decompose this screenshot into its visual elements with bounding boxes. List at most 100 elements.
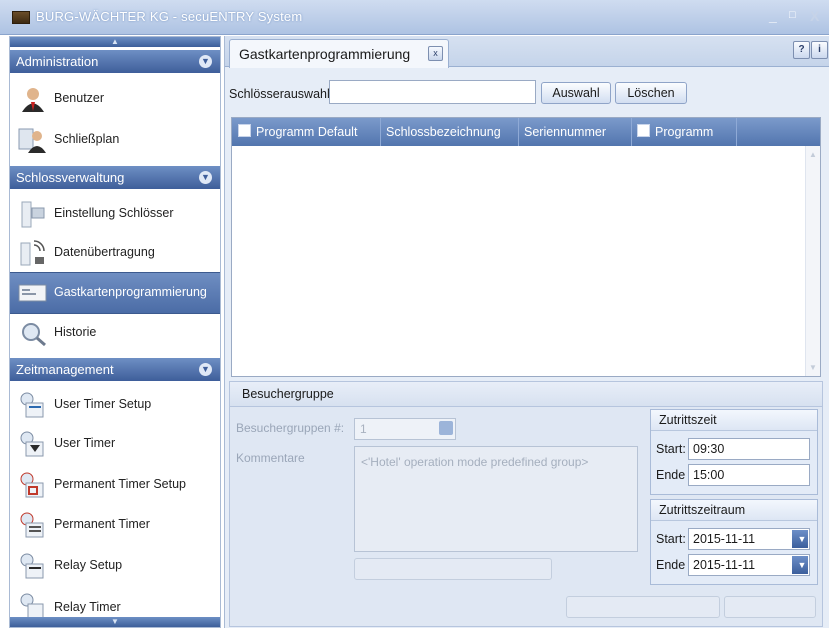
- start-time-label: Start:: [656, 442, 686, 456]
- sidebar-item-relay-setup[interactable]: Relay Setup: [10, 546, 220, 586]
- start-time-input[interactable]: 09:30: [688, 438, 810, 460]
- column-seriennummer[interactable]: Seriennummer: [519, 118, 632, 146]
- column-label: Schlossbezeichnung: [386, 125, 501, 139]
- column-programm-default[interactable]: Programm Default: [232, 118, 381, 146]
- start-date-picker[interactable]: 2015-11-11 ▼: [688, 528, 810, 550]
- sidebar-item-label: Permanent Timer Setup: [54, 477, 187, 491]
- main-content: Gastkartenprogrammierung x ? i Schlösser…: [224, 36, 829, 628]
- section-label: Administration: [16, 54, 99, 69]
- sidebar-item-label: Historie: [54, 325, 97, 339]
- tab-label: Gastkartenprogrammierung: [239, 46, 411, 62]
- disabled-program-button[interactable]: [566, 596, 720, 618]
- access-period-title: Zutrittszeitraum: [651, 500, 817, 521]
- sidebar-scroll-up[interactable]: ▲: [10, 37, 220, 47]
- sidebar-item-einstellung-schloesser[interactable]: Einstellung Schlösser: [10, 194, 220, 234]
- data-transfer-icon: [20, 240, 45, 266]
- sidebar: ▲ Administration ▼ Benutzer Schließplan …: [9, 36, 221, 628]
- dropdown-arrow-icon[interactable]: [439, 421, 453, 435]
- sidebar-item-relay-timer[interactable]: Relay Timer: [10, 586, 220, 619]
- close-tab-icon[interactable]: x: [428, 46, 443, 61]
- minimize-button[interactable]: _: [769, 8, 777, 24]
- column-label: Programm Default: [256, 125, 358, 139]
- group-number-select[interactable]: 1: [354, 418, 456, 440]
- window-title: BURG-WÄCHTER KG - secuENTRY System: [36, 9, 303, 24]
- permanent-timer-setup-icon: [20, 472, 44, 498]
- section-administration[interactable]: Administration ▼: [10, 50, 220, 73]
- section-label: Zeitmanagement: [16, 362, 114, 377]
- sidebar-item-label: Einstellung Schlösser: [54, 206, 174, 220]
- chevron-down-icon[interactable]: ▼: [199, 363, 212, 376]
- help-button[interactable]: ?: [793, 41, 810, 59]
- column-label: Programm: [655, 125, 714, 139]
- chevron-down-icon[interactable]: ▼: [199, 171, 212, 184]
- sidebar-item-permanent-timer[interactable]: Permanent Timer: [10, 505, 220, 545]
- column-schlossbezeichnung[interactable]: Schlossbezeichnung: [381, 118, 519, 146]
- lock-selection-label: Schlösserauswahl: [229, 87, 330, 101]
- sidebar-item-label: Relay Setup: [54, 558, 123, 572]
- section-zeitmanagement[interactable]: Zeitmanagement ▼: [10, 358, 220, 381]
- sidebar-item-user-timer-setup[interactable]: User Timer Setup: [10, 385, 220, 425]
- sidebar-item-schliessplan[interactable]: Schließplan: [10, 120, 220, 160]
- start-date-label: Start:: [656, 532, 686, 546]
- access-time-title: Zutrittszeit: [651, 410, 817, 431]
- section-schlossverwaltung[interactable]: Schlossverwaltung ▼: [10, 166, 220, 189]
- scroll-up-arrow-icon[interactable]: ▲: [806, 150, 820, 159]
- sidebar-item-label: User Timer Setup: [54, 397, 152, 411]
- sidebar-item-label: Schließplan: [54, 132, 120, 146]
- sidebar-item-label: Relay Timer: [54, 600, 121, 614]
- relay-setup-icon: [20, 553, 44, 579]
- comment-value: <'Hotel' operation mode predefined group…: [361, 455, 589, 469]
- sidebar-scroll-down[interactable]: ▼: [10, 617, 220, 627]
- group-number-label: Besuchergruppen #:: [236, 421, 345, 435]
- checkbox-programm[interactable]: [637, 124, 650, 137]
- delete-button[interactable]: Löschen: [615, 82, 687, 104]
- table-scrollbar[interactable]: ▲ ▼: [805, 146, 820, 376]
- disabled-confirm-button[interactable]: [724, 596, 816, 618]
- sidebar-item-historie[interactable]: Historie: [10, 313, 220, 353]
- disabled-action-button[interactable]: [354, 558, 552, 580]
- end-date-value: 2015-11-11: [693, 558, 756, 572]
- permanent-timer-icon: [20, 512, 44, 538]
- sidebar-item-label: Gastkartenprogrammierung: [54, 285, 207, 299]
- start-date-value: 2015-11-11: [693, 532, 756, 546]
- lock-selection-input[interactable]: [329, 80, 536, 104]
- calendar-dropdown-icon[interactable]: ▼: [792, 556, 808, 574]
- user-icon: [22, 88, 44, 112]
- select-button[interactable]: Auswahl: [541, 82, 611, 104]
- column-programm[interactable]: Programm: [632, 118, 737, 146]
- sidebar-item-datenuebertragung[interactable]: Datenübertragung: [10, 233, 220, 273]
- lock-device-icon: [21, 201, 45, 228]
- sidebar-item-benutzer[interactable]: Benutzer: [10, 79, 220, 119]
- user-timer-icon: [20, 431, 44, 457]
- end-time-input[interactable]: 15:00: [688, 464, 810, 486]
- sidebar-item-gastkartenprogrammierung[interactable]: Gastkartenprogrammierung: [10, 272, 220, 314]
- tab-gastkartenprogrammierung[interactable]: Gastkartenprogrammierung x: [229, 39, 449, 68]
- sidebar-item-label: Permanent Timer: [54, 517, 150, 531]
- sidebar-item-permanent-timer-setup[interactable]: Permanent Timer Setup: [10, 465, 220, 505]
- sidebar-item-user-timer[interactable]: User Timer: [10, 424, 220, 464]
- lock-plan-icon: [18, 128, 46, 153]
- sidebar-item-label: User Timer: [54, 436, 116, 450]
- info-button[interactable]: i: [811, 41, 828, 59]
- end-date-picker[interactable]: 2015-11-11 ▼: [688, 554, 810, 576]
- chevron-down-icon[interactable]: ▼: [199, 55, 212, 68]
- group-number-value: 1: [360, 422, 367, 436]
- table-header: Programm Default Schlossbezeichnung Seri…: [232, 118, 820, 146]
- end-date-label: Ende: [656, 558, 686, 572]
- sidebar-item-label: Datenübertragung: [54, 245, 155, 259]
- window-title-bar: BURG-WÄCHTER KG - secuENTRY System _ □ X: [0, 0, 829, 35]
- access-period-box: Zutrittszeitraum Start: 2015-11-11 ▼ End…: [650, 499, 818, 585]
- access-time-box: Zutrittszeit Start: 09:30 Ende 15:00: [650, 409, 818, 495]
- scroll-down-arrow-icon[interactable]: ▼: [806, 363, 820, 372]
- maximize-button[interactable]: □: [789, 9, 796, 21]
- lock-table[interactable]: Programm Default Schlossbezeichnung Seri…: [231, 117, 821, 377]
- tab-strip: Gastkartenprogrammierung x ? i: [225, 36, 829, 68]
- end-time-label: Ende: [656, 468, 686, 482]
- checkbox-programm-default[interactable]: [238, 124, 251, 137]
- comment-field[interactable]: <'Hotel' operation mode predefined group…: [354, 446, 638, 552]
- user-timer-setup-icon: [20, 392, 44, 418]
- calendar-dropdown-icon[interactable]: ▼: [792, 530, 808, 548]
- app-icon: [12, 11, 30, 24]
- panel-title: Besuchergruppe: [230, 382, 822, 407]
- close-button[interactable]: X: [810, 8, 819, 24]
